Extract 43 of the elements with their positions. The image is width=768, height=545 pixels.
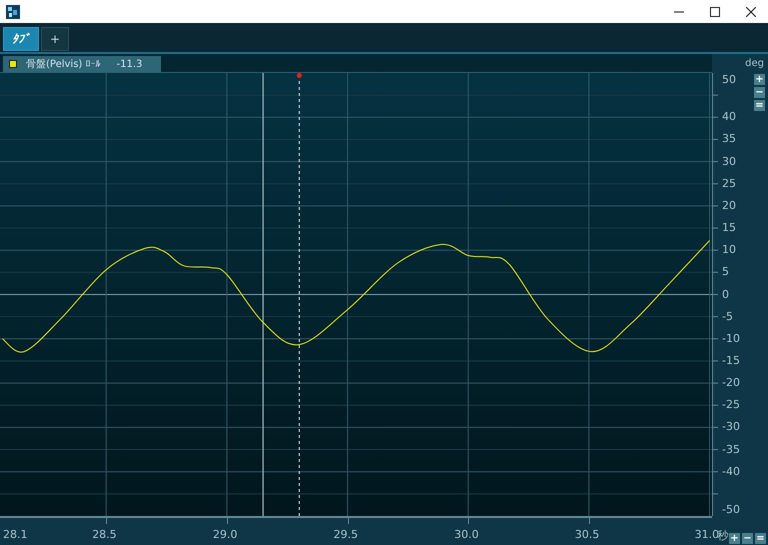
axis-label: 40 xyxy=(722,110,736,124)
zoom-button[interactable]: − xyxy=(742,533,753,544)
axis-label: 28.1 xyxy=(3,528,28,541)
series-name: 骨盤(Pelvis) ﾛｰﾙ xyxy=(26,58,100,71)
zoom-button[interactable]: = xyxy=(755,533,766,544)
axis-label: 25 xyxy=(722,176,736,190)
zoom-button[interactable]: = xyxy=(754,100,765,111)
axis-label: 5 xyxy=(722,265,729,278)
axis-label: 30.0 xyxy=(454,528,479,541)
axis-label: 20 xyxy=(722,198,736,212)
axis-label: 28.5 xyxy=(92,528,117,541)
axis-label: 10 xyxy=(722,243,736,256)
zoom-button[interactable]: + xyxy=(754,74,765,85)
axis-label: -35 xyxy=(722,442,740,456)
axis-label: -5 xyxy=(722,310,733,323)
axis-label: -15 xyxy=(722,354,740,367)
axis-label: -40 xyxy=(722,464,740,478)
axis-label: 35 xyxy=(722,132,736,146)
zoom-button[interactable]: + xyxy=(729,533,740,544)
close-icon[interactable] xyxy=(746,6,756,16)
axis-label: -50 xyxy=(722,503,740,516)
axis-unit: deg xyxy=(745,58,764,69)
axis-label: 50 xyxy=(722,73,736,86)
axis-label: -30 xyxy=(722,420,740,434)
axis-label: -25 xyxy=(722,398,740,412)
axis-label: 29.0 xyxy=(212,528,238,541)
axis-unit: 秒 xyxy=(718,528,729,543)
axis-label: 0 xyxy=(722,288,729,300)
app-icon xyxy=(6,4,20,18)
axis-label: 30.5 xyxy=(574,528,600,541)
add-tab-button[interactable]: + xyxy=(41,27,69,51)
axis-label: -20 xyxy=(722,376,740,390)
cursor-line[interactable] xyxy=(262,73,264,516)
axis-label: 30 xyxy=(722,154,736,168)
axis-label: 15 xyxy=(722,221,736,234)
maximize-icon[interactable] xyxy=(710,6,720,16)
playhead-marker[interactable] xyxy=(296,73,302,516)
axis-label: 29.5 xyxy=(334,528,358,541)
series-value: -11.3 xyxy=(116,58,142,70)
axis-label: 31.0 xyxy=(694,528,720,541)
tab[interactable]: ﾀﾌﾞ xyxy=(3,27,39,51)
axis-label: -10 xyxy=(722,332,740,345)
zoom-button[interactable]: − xyxy=(754,87,765,98)
